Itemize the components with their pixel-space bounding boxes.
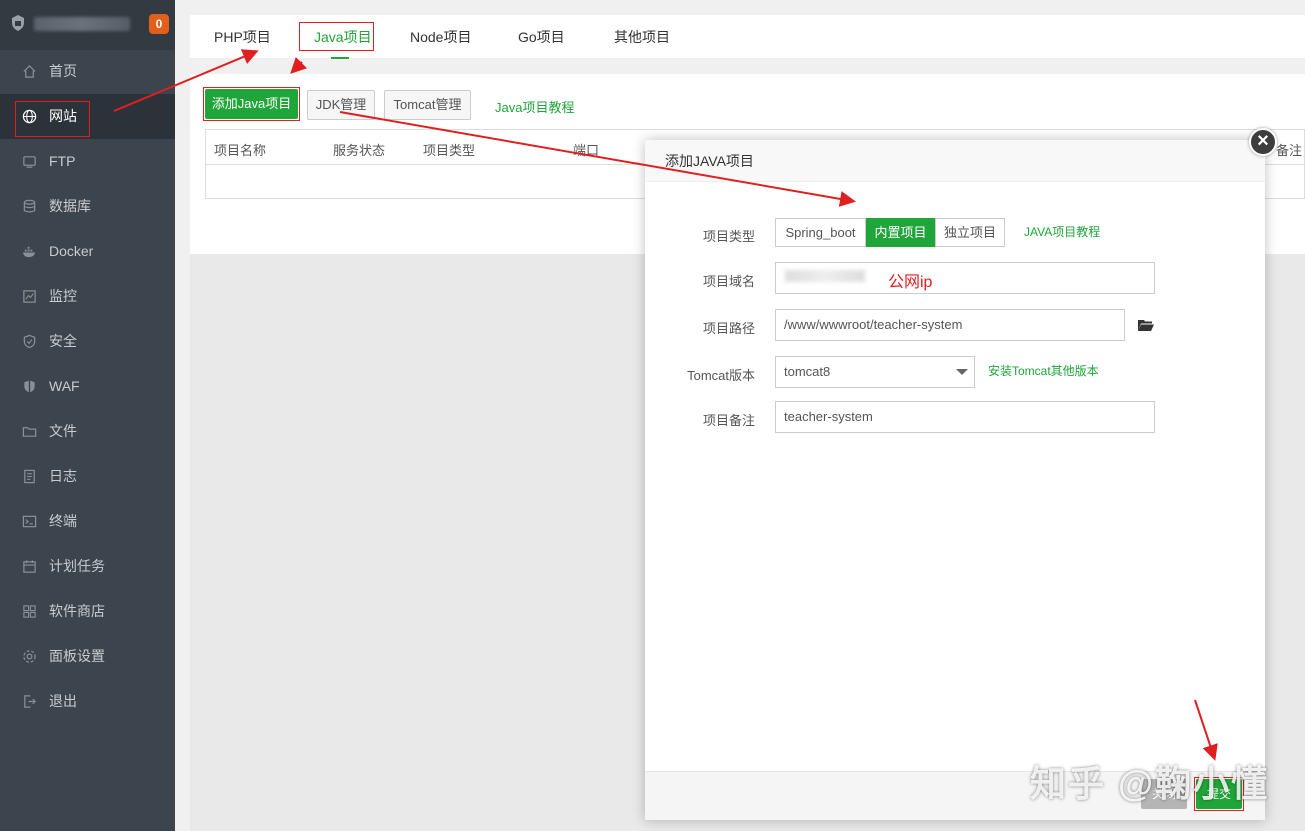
sidebar-item-files[interactable]: 文件: [0, 409, 175, 454]
sidebar-item-label: WAF: [49, 378, 80, 394]
sidebar-item-store[interactable]: 软件商店: [0, 589, 175, 634]
sidebar-item-label: 数据库: [49, 198, 91, 214]
domain-label: 项目域名: [702, 274, 755, 289]
sidebar-item-label: 文件: [49, 423, 77, 439]
java-tutorial-link[interactable]: Java项目教程: [495, 97, 574, 116]
tab-other[interactable]: 其他项目: [614, 15, 670, 59]
apps-icon: [23, 605, 36, 618]
remark-label: 项目备注: [702, 413, 755, 428]
sidebar-item-label: 监控: [49, 288, 77, 304]
tomcat-manage-button[interactable]: Tomcat管理: [384, 90, 471, 120]
sidebar-item-label: 计划任务: [49, 558, 105, 574]
sidebar-item-label: 首页: [49, 63, 77, 79]
watermark: 知乎 @鞠小懂: [1030, 763, 1270, 804]
domain-annotation: 公网ip: [888, 274, 933, 291]
sidebar-item-logs[interactable]: 日志: [0, 454, 175, 499]
tomcat-label: Tomcat版本: [687, 368, 755, 383]
th-status: 服务状态: [333, 143, 386, 158]
sidebar-item-label: 安全: [49, 333, 77, 349]
sidebar-item-label: 面板设置: [49, 648, 105, 664]
java-tutorial-link-dialog[interactable]: JAVA项目教程: [1024, 223, 1100, 240]
sidebar-item-docker[interactable]: Docker: [0, 229, 175, 274]
tab-node[interactable]: Node项目: [410, 15, 471, 59]
database-icon: [23, 199, 36, 213]
sidebar-item-settings[interactable]: 面板设置: [0, 634, 175, 679]
log-icon: [24, 469, 35, 484]
calendar-icon: [23, 560, 36, 573]
path-label: 项目路径: [702, 321, 755, 336]
close-icon[interactable]: ×: [1249, 128, 1277, 156]
path-input[interactable]: /www/wwwroot/teacher-system: [775, 309, 1125, 341]
th-name: 项目名称: [214, 143, 267, 158]
waf-icon: [24, 380, 35, 393]
sidebar-item-label: 退出: [49, 693, 77, 709]
sidebar-item-waf[interactable]: WAF: [0, 364, 175, 409]
annotation-box-website: [15, 101, 90, 137]
logo-bar: 0: [0, 0, 175, 50]
tomcat-version-select[interactable]: tomcat8: [775, 356, 975, 388]
sidebar-item-label: 软件商店: [49, 603, 105, 619]
notification-badge[interactable]: 0: [149, 14, 169, 34]
logo-icon: [12, 15, 24, 31]
type-builtin[interactable]: 内置项目: [866, 218, 935, 247]
type-standalone[interactable]: 独立项目: [935, 218, 1005, 247]
tab-php[interactable]: PHP项目: [214, 15, 271, 59]
sidebar-item-database[interactable]: 数据库: [0, 184, 175, 229]
sidebar-item-label: 日志: [49, 468, 77, 484]
sidebar-item-label: 终端: [49, 513, 77, 529]
folder-open-icon[interactable]: [1138, 319, 1154, 332]
sidebar-item-security[interactable]: 安全: [0, 319, 175, 364]
dialog-title: 添加JAVA项目: [645, 140, 1265, 182]
server-name-blurred: [34, 17, 130, 31]
annotation-box-java-tab: [299, 22, 374, 51]
th-remark: 备注: [1276, 143, 1303, 158]
shield-icon: [23, 334, 36, 349]
folder-icon: [22, 427, 37, 437]
domain-value-blurred: [785, 270, 865, 282]
docker-icon: [22, 246, 36, 258]
active-tab-indicator: [331, 57, 349, 59]
sidebar-item-monitor[interactable]: 监控: [0, 274, 175, 319]
annotation-box-add-button: [203, 87, 300, 121]
sidebar-item-ftp[interactable]: FTP: [0, 139, 175, 184]
sidebar-item-logout[interactable]: 退出: [0, 679, 175, 724]
type-spring-boot[interactable]: Spring_boot: [775, 218, 866, 247]
sidebar-item-label: Docker: [49, 243, 94, 259]
ftp-icon: [23, 156, 36, 168]
sidebar-item-terminal[interactable]: 终端: [0, 499, 175, 544]
home-icon: [23, 65, 36, 78]
sidebar-item-label: FTP: [49, 153, 76, 169]
sidebar-item-home[interactable]: 首页: [0, 49, 175, 94]
logout-icon: [24, 695, 36, 708]
chevron-down-icon: [956, 369, 968, 375]
th-port: 端口: [573, 143, 600, 158]
remark-input[interactable]: teacher-system: [775, 401, 1155, 433]
sidebar-item-cron[interactable]: 计划任务: [0, 544, 175, 589]
type-label: 项目类型: [702, 229, 755, 244]
terminal-icon: [22, 515, 37, 528]
monitor-icon: [23, 290, 36, 303]
install-tomcat-link[interactable]: 安装Tomcat其他版本: [988, 362, 1099, 379]
sidebar-nav: 首页 网站 FTP 数据库 Docker 监控 安全 WAF 文件 日志 终端 …: [0, 49, 175, 724]
tab-go[interactable]: Go项目: [518, 15, 565, 59]
jdk-manage-button[interactable]: JDK管理: [307, 90, 375, 120]
gear-icon: [23, 650, 36, 663]
th-type: 项目类型: [423, 143, 476, 158]
